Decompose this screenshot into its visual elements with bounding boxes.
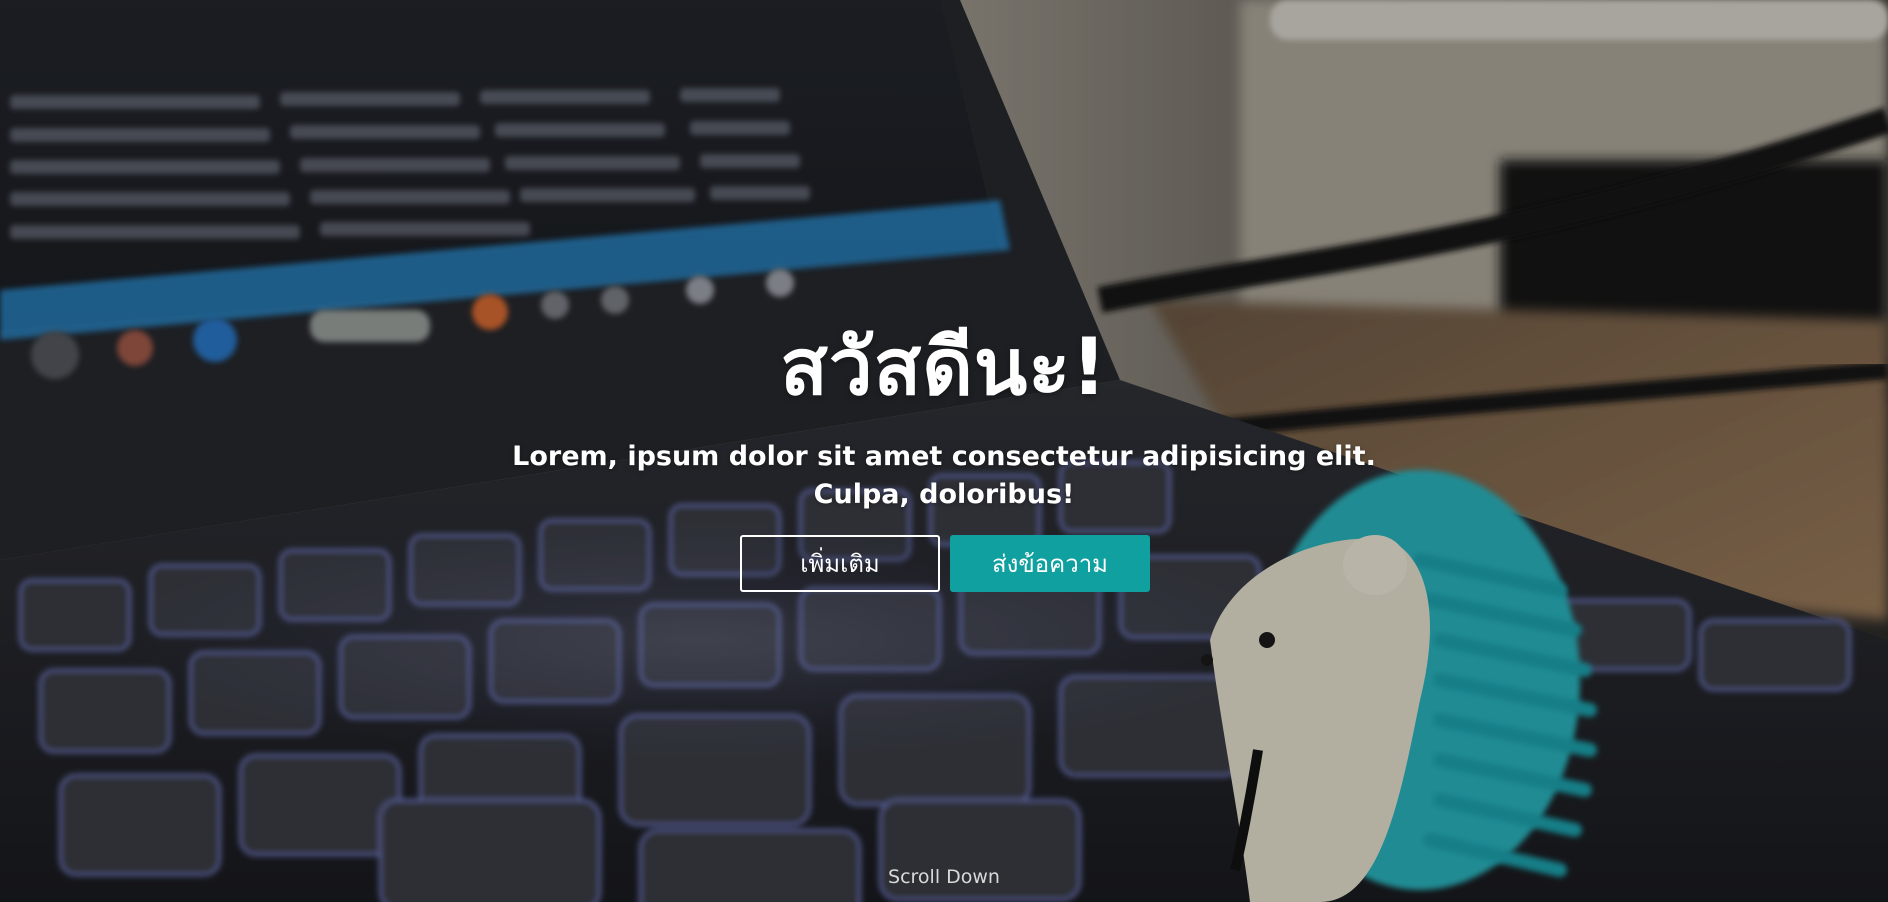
hero-section: สวัสดีนะ! Lorem, ipsum dolor sit amet co… [0,0,1888,902]
scroll-down-link[interactable]: Scroll Down [0,866,1888,888]
hero-subtitle: Lorem, ipsum dolor sit amet consectetur … [512,441,1376,510]
hero-title: สวัสดีนะ! [780,323,1108,413]
more-button[interactable]: เพิ่มเติม [740,535,940,592]
send-message-button[interactable]: ส่งข้อความ [950,535,1150,592]
